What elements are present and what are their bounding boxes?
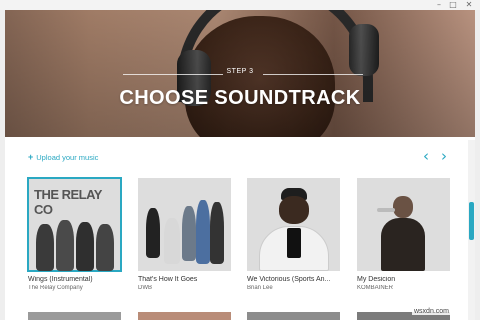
maximize-icon[interactable]: □ [446, 0, 460, 10]
watermark: wsxdn.com [412, 308, 452, 315]
minimize-icon[interactable]: – [432, 0, 446, 10]
close-icon[interactable]: ✕ [462, 0, 476, 10]
scrollbar-thumb[interactable] [469, 202, 474, 240]
album-art-lettering: THE RELAY CO [34, 187, 102, 217]
hero-banner: STEP 3 CHOOSE SOUNDTRACK [5, 10, 475, 137]
track-artist: KOMBAINER [357, 285, 394, 291]
track-title: We Victorious (Sports An... [247, 276, 331, 283]
right-margin [475, 10, 480, 320]
upload-music-link[interactable]: + Upload your music [28, 151, 98, 163]
track-card[interactable]: That's How It Goes DWB [138, 178, 231, 291]
track-artist: DWB [138, 285, 152, 291]
previous-arrow-button[interactable]: ‹ [420, 148, 432, 164]
track-card[interactable]: THE RELAY CO Wings (Instrumental) The Re… [27, 177, 122, 291]
track-card[interactable]: We Victorious (Sports An... Brian Lee [247, 178, 340, 291]
plus-icon: + [28, 152, 34, 162]
album-art [357, 178, 450, 271]
next-arrow-button[interactable]: › [438, 148, 450, 164]
track-title: My Desicion [357, 276, 396, 283]
track-title: That's How It Goes [138, 276, 198, 283]
upload-music-label: Upload your music [36, 153, 99, 162]
track-title: Wings (Instrumental) [28, 276, 93, 283]
album-art [138, 178, 231, 271]
window-title-bar: – □ ✕ [0, 0, 480, 10]
page-title: CHOOSE SOUNDTRACK [119, 87, 361, 109]
track-artist: The Relay Company [28, 285, 83, 291]
album-art: THE RELAY CO [27, 177, 122, 272]
album-art [247, 178, 340, 271]
track-card[interactable]: My Desicion KOMBAINER [357, 178, 450, 291]
step-label: STEP 3 [226, 68, 254, 75]
next-row-card-edge [247, 312, 340, 320]
next-row-card-edge [28, 312, 121, 320]
next-row-card-edge [138, 312, 231, 320]
track-artist: Brian Lee [247, 285, 273, 291]
